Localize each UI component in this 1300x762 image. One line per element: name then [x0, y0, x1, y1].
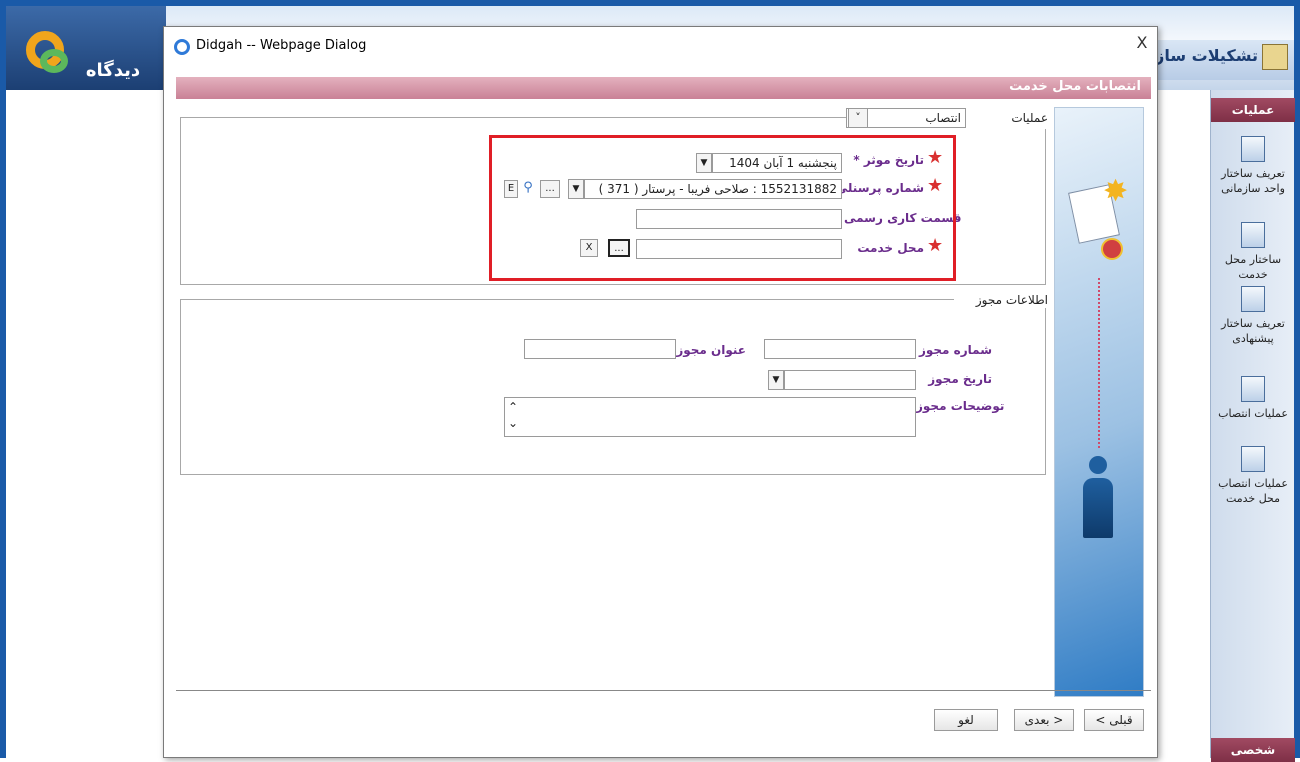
appointment-icon: [1241, 376, 1265, 402]
sidebar-item-label: ساختار محل خدمت: [1224, 253, 1282, 281]
license-description-label: توضیحات مجوز: [916, 399, 1005, 413]
proposal-structure-icon: [1241, 286, 1265, 312]
logo-ring-secondary-icon: [40, 49, 68, 73]
logo-text: دیدگاه: [85, 60, 141, 81]
webpage-dialog: Didgah -- Webpage Dialog X انتصابات محل …: [163, 26, 1158, 758]
license-description-field[interactable]: [504, 397, 916, 437]
sidebar-item-org-unit-structure[interactable]: تعریف ساختار واحد سازمانی: [1211, 136, 1295, 196]
org-chart-icon: [1241, 222, 1265, 248]
license-group: [180, 299, 1046, 475]
license-date-dropdown-button[interactable]: ▼: [768, 370, 784, 390]
dialog-header-band: انتصابات محل خدمت: [176, 77, 1151, 99]
building-icon: [1262, 44, 1288, 70]
license-number-label: شماره مجوز: [918, 343, 992, 357]
license-group-title: اطلاعات مجوز: [975, 293, 1048, 307]
textarea-scroll-arrows[interactable]: ⌃ ⌄: [507, 399, 519, 435]
chevron-down-icon[interactable]: ˅: [848, 108, 868, 128]
star-icon: ✸: [1103, 174, 1129, 209]
sidebar-item-service-location-structure[interactable]: ساختار محل خدمت: [1211, 222, 1295, 282]
next-button[interactable]: بعدی >: [1014, 709, 1074, 731]
person-icon: [1089, 456, 1107, 474]
sidebar: عملیات تعریف ساختار واحد سازمانی ساختار …: [1210, 90, 1295, 762]
sidebar-item-label: عملیات انتصاب: [1218, 407, 1288, 420]
sidebar-item-appointment-location[interactable]: عملیات انتصاب محل خدمت: [1211, 446, 1295, 506]
previous-button[interactable]: < قبلی: [1084, 709, 1144, 731]
dialog-title: Didgah -- Webpage Dialog: [196, 38, 367, 53]
sidebar-item-appointment[interactable]: عملیات انتصاب: [1211, 376, 1295, 421]
footer-divider: [176, 690, 1151, 691]
appointment-location-icon: [1241, 446, 1265, 472]
person-body-icon: [1083, 478, 1113, 538]
sidebar-bottom-section-title[interactable]: شخصی: [1211, 738, 1295, 762]
dialog-titlebar: Didgah -- Webpage Dialog X: [164, 27, 1157, 77]
sidebar-item-proposed-structure[interactable]: تعریف ساختار پیشنهادی: [1211, 286, 1295, 346]
dotted-connector: [1098, 278, 1100, 448]
sidebar-item-label: عملیات انتصاب محل خدمت: [1218, 477, 1288, 505]
app-title-area: تشکیلات سازمانی: [1117, 40, 1294, 80]
license-title-label: عنوان مجوز: [676, 343, 746, 357]
sidebar-item-label: تعریف ساختار واحد سازمانی: [1221, 167, 1285, 195]
license-group-legend: اطلاعات مجوز: [954, 292, 1052, 308]
license-date-field[interactable]: [784, 370, 916, 390]
browser-icon: [174, 39, 190, 55]
sidebar-section-title: عملیات: [1211, 98, 1295, 122]
seal-icon: [1101, 238, 1123, 260]
side-illustration: ✸: [1054, 107, 1144, 697]
license-title-field[interactable]: [524, 339, 676, 359]
highlight-box: [489, 135, 956, 281]
dialog-band-title: انتصابات محل خدمت: [1009, 79, 1141, 94]
license-date-label: تاریخ مجوز: [928, 372, 992, 386]
cancel-button[interactable]: لغو: [934, 709, 998, 731]
sidebar-item-label: تعریف ساختار پیشنهادی: [1221, 317, 1285, 345]
close-button[interactable]: X: [1132, 33, 1152, 57]
license-number-field[interactable]: [764, 339, 916, 359]
operation-label: عملیات: [1011, 111, 1048, 125]
building-icon: [1241, 136, 1265, 162]
